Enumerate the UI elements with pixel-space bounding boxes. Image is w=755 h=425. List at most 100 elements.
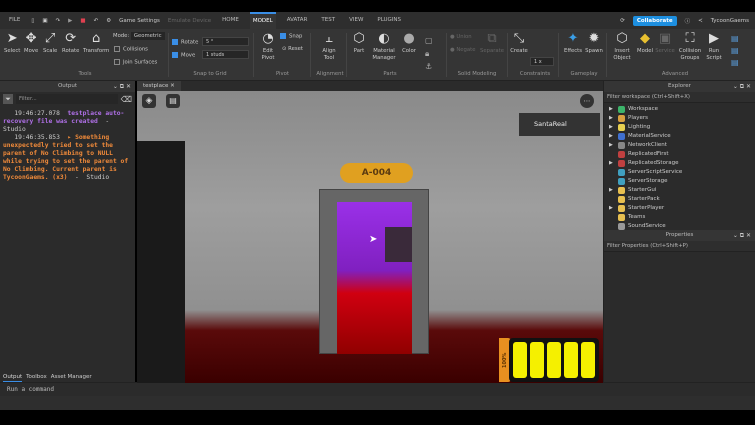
tab-view[interactable]: VIEW: [346, 12, 366, 29]
explorer-item-teams[interactable]: Teams: [604, 213, 755, 222]
move-tool[interactable]: ✥ Move: [24, 32, 38, 55]
pivot-snap-toggle[interactable]: Snap: [280, 33, 302, 40]
align-tool-button[interactable]: ⫠ Align Tool: [318, 32, 340, 62]
color-button[interactable]: ● Color: [400, 32, 418, 55]
roblox-menu-icon[interactable]: ◈: [142, 94, 156, 108]
explorer-item-startergui[interactable]: ▶ StarterGui: [604, 186, 755, 195]
edit-pivot-button[interactable]: ◔ Edit Pivot: [258, 32, 278, 62]
tab-home[interactable]: HOME: [219, 12, 242, 29]
cube-icon: ⬡: [353, 31, 365, 46]
explorer-item-starterplayer[interactable]: ▶ StarterPlayer: [604, 204, 755, 213]
settings-icon[interactable]: ⚙: [106, 18, 111, 24]
expand-arrow-icon[interactable]: ▶: [609, 123, 613, 132]
rotate-tool[interactable]: ⟳ Rotate: [62, 32, 79, 55]
clear-output-icon[interactable]: ⌫: [121, 95, 132, 104]
script-extra-icons[interactable]: ▤ ▤ ▤: [731, 33, 739, 69]
service-icon: [618, 115, 625, 122]
expand-arrow-icon[interactable]: ▶: [609, 186, 613, 195]
checkbox[interactable]: [172, 39, 178, 45]
explorer-item-replicatedfirst[interactable]: ReplicatedFirst: [604, 150, 755, 159]
user-menu[interactable]: TycoonGaems: [711, 18, 749, 24]
file-menu[interactable]: FILE: [6, 12, 23, 29]
tab-model[interactable]: MODEL: [249, 12, 276, 29]
checkbox[interactable]: [114, 46, 120, 52]
output-filter-input[interactable]: Filter...: [16, 94, 118, 104]
new-file-icon[interactable]: ▯: [31, 18, 34, 24]
expand-arrow-icon[interactable]: ▶: [609, 141, 613, 150]
collaborate-button[interactable]: Collaborate: [632, 15, 677, 26]
panel-controls[interactable]: ⌄ ⧉ ✕: [733, 81, 751, 92]
material-manager-button[interactable]: ◐ Material Manager: [370, 32, 398, 62]
share-icon[interactable]: ≺: [698, 18, 703, 24]
mode-dropdown[interactable]: Geometric: [130, 32, 165, 40]
transform-tool[interactable]: ⌂ Transform: [83, 32, 109, 55]
cursor-icon: ➤: [6, 31, 18, 46]
game-settings-button[interactable]: Game Settings: [119, 18, 160, 24]
chat-icon[interactable]: ▤: [166, 94, 180, 108]
rotate-snap-toggle[interactable]: Rotate: [172, 39, 198, 46]
checkbox[interactable]: [280, 33, 286, 39]
explorer-item-replicatedstorage[interactable]: ▶ ReplicatedStorage: [604, 159, 755, 168]
service-button[interactable]: ▣ Service: [655, 32, 675, 55]
open-icon[interactable]: ▣: [42, 18, 47, 24]
checkbox[interactable]: [172, 52, 178, 58]
part-button[interactable]: ⬡ Part: [350, 32, 368, 55]
move-snap-toggle[interactable]: Move: [172, 52, 195, 59]
expand-arrow-icon[interactable]: ▶: [609, 132, 613, 141]
filter-icon[interactable]: ⏷: [3, 94, 13, 104]
constraint-scale-input[interactable]: 1 x: [530, 57, 554, 66]
checkbox[interactable]: [114, 59, 120, 65]
expand-arrow-icon[interactable]: ▶: [609, 105, 613, 114]
explorer-item-starterpack[interactable]: StarterPack: [604, 195, 755, 204]
explorer-item-players[interactable]: ▶ Players: [604, 114, 755, 123]
emulate-device-button[interactable]: Emulate Device: [168, 18, 211, 24]
run-script-button[interactable]: ▶ Run Script: [704, 32, 724, 62]
tab-output[interactable]: Output: [3, 372, 23, 382]
move-increment-input[interactable]: 1 studs: [202, 50, 249, 59]
union-button[interactable]: ● Union: [450, 34, 472, 40]
more-options-icon[interactable]: ⋯: [580, 94, 594, 108]
collision-groups-button[interactable]: ⛶ Collision Groups: [677, 32, 703, 62]
game-viewport[interactable]: ◈ ▤ ⋯ SantaReal A-004 ➤ 100%: [137, 91, 603, 383]
explorer-filter-input[interactable]: Filter workspace (Ctrl+Shift+X): [604, 92, 755, 103]
insert-object-button[interactable]: ⬡ Insert Object: [610, 32, 634, 62]
spawn-button[interactable]: ✹ Spawn: [584, 32, 604, 55]
separate-button[interactable]: ⧉ Separate: [480, 32, 504, 55]
redo-icon[interactable]: ↷: [56, 18, 61, 24]
explorer-item-workspace[interactable]: ▶ Workspace: [604, 105, 755, 114]
explorer-item-serverscriptservice[interactable]: ServerScriptService: [604, 168, 755, 177]
notification-icon[interactable]: ⟳: [620, 18, 625, 24]
create-constraint-button[interactable]: ⤡ Create: [510, 32, 528, 55]
explorer-item-networkclient[interactable]: ▶ NetworkClient: [604, 141, 755, 150]
effects-button[interactable]: ✦ Effects: [563, 32, 583, 55]
explorer-item-lighting[interactable]: ▶ Lighting: [604, 123, 755, 132]
model-button[interactable]: ◆ Model: [636, 32, 654, 55]
panel-controls[interactable]: ⌄ ⧉ ✕: [113, 81, 131, 92]
tab-plugins[interactable]: PLUGINS: [374, 12, 404, 29]
explorer-item-serverstorage[interactable]: ServerStorage: [604, 177, 755, 186]
negate-button[interactable]: ● Negate: [450, 47, 475, 53]
info-icon[interactable]: ⓘ: [685, 17, 691, 25]
undo-icon[interactable]: ↶: [94, 18, 99, 24]
select-tool[interactable]: ➤ Select: [4, 32, 20, 55]
tab-asset-manager[interactable]: Asset Manager: [51, 372, 92, 382]
expand-arrow-icon[interactable]: ▶: [609, 204, 613, 213]
expand-arrow-icon[interactable]: ▶: [609, 114, 613, 123]
scale-tool[interactable]: ⤢ Scale: [43, 32, 57, 55]
join-surfaces-toggle[interactable]: Join Surfaces: [114, 59, 157, 66]
tab-testplace[interactable]: testplace ✕: [137, 81, 181, 91]
tab-toolbox[interactable]: Toolbox: [26, 372, 47, 382]
tab-test[interactable]: TEST: [318, 12, 338, 29]
command-bar[interactable]: Run a command: [0, 382, 755, 396]
stop-icon[interactable]: ■: [80, 18, 85, 24]
panel-controls[interactable]: ⌄ ⧉ ✕: [733, 230, 751, 241]
part-extra-icons[interactable]: ▢ 🔒︎ ⚓︎: [425, 34, 433, 73]
play-icon[interactable]: ▶: [68, 18, 72, 24]
expand-arrow-icon[interactable]: ▶: [609, 159, 613, 168]
explorer-item-materialservice[interactable]: ▶ MaterialService: [604, 132, 755, 141]
collisions-toggle[interactable]: Collisions: [114, 46, 148, 53]
rotate-increment-input[interactable]: 5 °: [202, 37, 249, 46]
pivot-reset-button[interactable]: ⊙ Reset: [282, 46, 303, 52]
tab-avatar[interactable]: AVATAR: [284, 12, 311, 29]
properties-filter-input[interactable]: Filter Properties (Ctrl+Shift+P): [604, 241, 755, 252]
